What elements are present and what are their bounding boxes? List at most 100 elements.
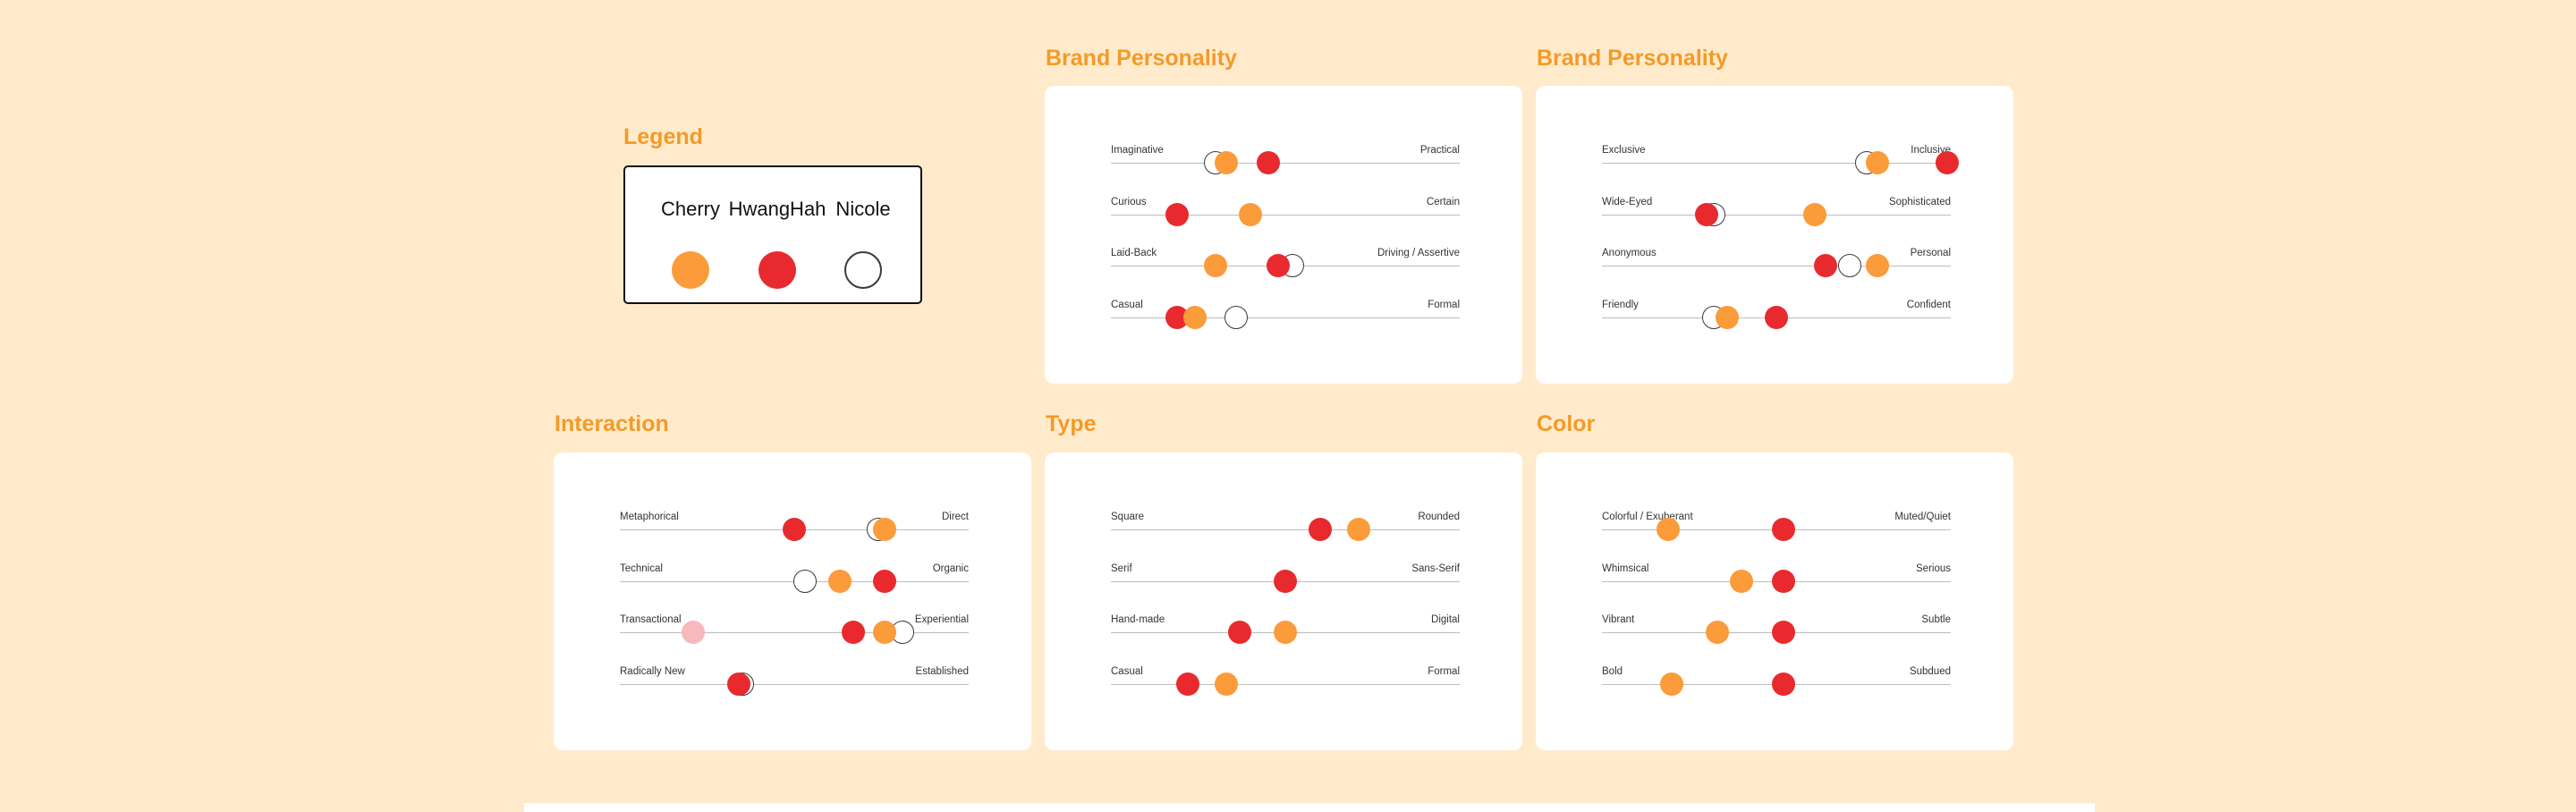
legend-marker-nicole	[844, 251, 882, 289]
marker-cherry	[1346, 518, 1370, 541]
panel-card-color: Colorful / Exuberant Muted/Quiet Whimsical…	[1536, 453, 2013, 750]
marker-cherry	[827, 569, 852, 593]
marker-hwanghah	[1771, 518, 1795, 541]
scale-row: Technical Organic	[620, 562, 969, 598]
marker-hwanghah	[1274, 569, 1297, 593]
scale-row: Serif Sans-Serif	[1111, 562, 1460, 598]
marker-hwanghah	[842, 621, 866, 644]
scale-row: Metaphorical Direct	[620, 511, 969, 546]
marker-cherry	[1660, 672, 1683, 696]
scale-left-label: Casual	[1111, 665, 1143, 677]
scale-track	[1111, 163, 1460, 164]
scale-track	[1111, 214, 1460, 216]
legend-name-cherry: Cherry	[660, 198, 721, 220]
scale-row: Square Rounded	[1111, 511, 1460, 546]
scale-track	[1602, 214, 1951, 216]
marker-cherry	[1730, 569, 1753, 593]
scale-track	[1602, 163, 1951, 164]
marker-hwanghah	[1267, 254, 1291, 277]
scale-left-label: Laid-Back	[1111, 248, 1157, 258]
marker-cherry	[1239, 202, 1262, 226]
scale-left-label: Bold	[1602, 665, 1623, 677]
marker-hwanghah	[1256, 151, 1280, 174]
panel-card-interaction: Metaphorical Direct Technical Organic Transa…	[554, 453, 1031, 750]
scale-left-label: Wide-Eyed	[1602, 196, 1653, 207]
scale-row: Hand-made Digital	[1111, 613, 1460, 649]
panel-title-interaction: Interaction	[555, 411, 669, 436]
scale-left-label: Metaphorical	[620, 512, 679, 522]
panel-title-brand-personality-1: Brand Personality	[1046, 46, 1237, 71]
marker-cherry	[1214, 672, 1238, 696]
marker-hwanghah	[1771, 621, 1795, 644]
marker-cherry	[873, 621, 897, 644]
marker-cherry	[1866, 254, 1890, 277]
scale-row: Radically New Established	[620, 665, 969, 701]
scale-right-label: Formal	[1428, 665, 1460, 677]
panel-title-brand-personality-2: Brand Personality	[1537, 46, 1728, 71]
scale-right-label: Experiential	[914, 614, 969, 625]
scale-track	[1111, 529, 1460, 530]
scale-right-label: Muted/Quiet	[1894, 512, 1951, 522]
scale-row: Bold Subdued	[1602, 665, 1951, 701]
scale-right-label: Driving / Assertive	[1377, 248, 1460, 258]
scale-left-label: Vibrant	[1602, 614, 1635, 625]
marker-hwanghah	[783, 518, 806, 541]
marker-hwanghah	[726, 672, 750, 696]
panel-title-type: Type	[1046, 411, 1097, 436]
marker-hwanghah	[1165, 202, 1190, 226]
scale-row: Imaginative Practical	[1111, 144, 1460, 180]
scale-right-label: Sophisticated	[1888, 196, 1951, 207]
marker-cherry	[1182, 305, 1207, 329]
marker-cherry	[1204, 254, 1227, 277]
panel-title-color: Color	[1537, 411, 1596, 436]
scale-left-label: Serif	[1111, 562, 1132, 574]
scale-row: Friendly Confident	[1602, 299, 1951, 334]
marker-cherry	[1866, 151, 1890, 174]
marker-nicole	[792, 569, 817, 593]
scale-row: Transactional Experiential	[620, 613, 969, 649]
scale-left-label: Colorful / Exuberant	[1602, 512, 1693, 522]
scale-track	[620, 632, 969, 633]
scale-left-label: Curious	[1111, 196, 1147, 207]
scale-left-label: Radically New	[620, 665, 685, 677]
scale-left-label: Technical	[620, 562, 663, 574]
scale-track	[1111, 683, 1460, 685]
marker-cherry	[873, 518, 897, 541]
scale-row: Laid-Back Driving / Assertive	[1111, 247, 1460, 283]
scale-left-label: Square	[1111, 512, 1145, 522]
scale-row: Anonymous Personal	[1602, 247, 1951, 283]
scale-right-label: Confident	[1906, 299, 1951, 310]
scale-row: Whimsical Serious	[1602, 562, 1951, 598]
scale-right-label: Established	[915, 665, 969, 677]
marker-cherry	[1657, 518, 1681, 541]
scale-right-label: Personal	[1910, 248, 1951, 258]
marker-cherry	[1705, 621, 1729, 644]
marker-faint	[681, 621, 705, 644]
legend-title: Legend	[623, 124, 703, 149]
scale-left-label: Hand-made	[1111, 614, 1165, 625]
marker-hwanghah	[1771, 672, 1795, 696]
scale-right-label: Subtle	[1921, 614, 1951, 625]
scale-track	[620, 683, 969, 685]
legend-name-nicole: Nicole	[835, 198, 891, 220]
marker-nicole	[1224, 305, 1249, 329]
scale-right-label: Organic	[932, 562, 969, 574]
scale-row: Casual Formal	[1111, 299, 1460, 334]
marker-cherry	[1802, 202, 1826, 226]
panel-card-type: Square Rounded Serif Sans-Serif Hand-made Dig…	[1045, 453, 1522, 750]
scale-left-label: Imaginative	[1111, 145, 1164, 156]
scale-left-label: Exclusive	[1602, 145, 1646, 156]
scale-right-label: Digital	[1431, 614, 1460, 625]
marker-hwanghah	[1813, 254, 1837, 277]
marker-hwanghah	[1936, 151, 1960, 174]
legend-box: Cherry HwangHah Nicole	[623, 165, 922, 304]
scale-right-label: Certain	[1426, 196, 1460, 207]
marker-hwanghah	[1765, 305, 1788, 329]
scale-row: Vibrant Subtle	[1602, 613, 1951, 649]
scale-right-label: Direct	[941, 512, 969, 522]
legend-marker-cherry	[672, 251, 709, 289]
marker-hwanghah	[1228, 621, 1252, 644]
scale-right-label: Serious	[1916, 562, 1951, 574]
legend-name-hwanghah: HwangHah	[728, 198, 826, 220]
marker-hwanghah	[1695, 202, 1718, 226]
